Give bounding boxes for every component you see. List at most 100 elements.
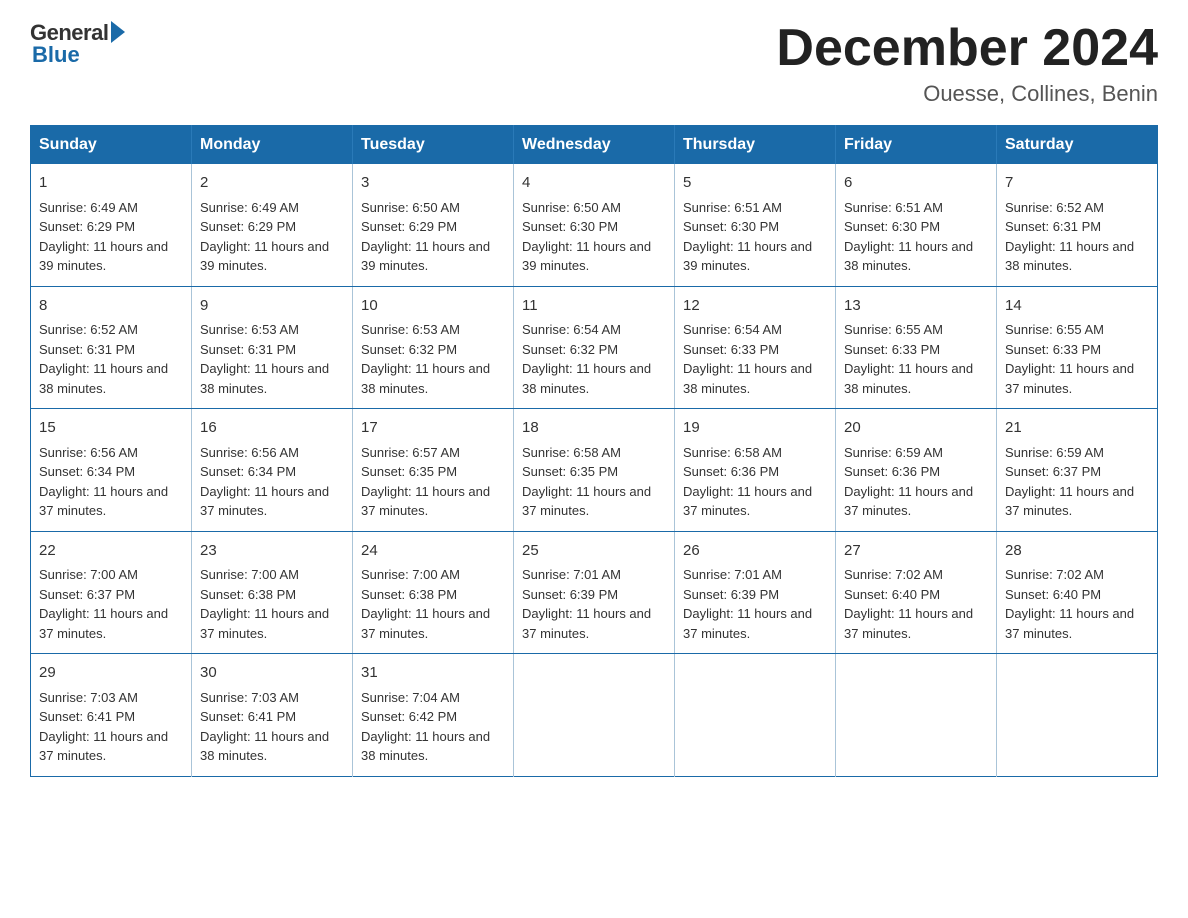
sunrise-text: Sunrise: 6:55 AM (1005, 322, 1104, 337)
calendar-day-cell: 30Sunrise: 7:03 AMSunset: 6:41 PMDayligh… (192, 654, 353, 777)
calendar-day-cell (675, 654, 836, 777)
sunrise-text: Sunrise: 6:55 AM (844, 322, 943, 337)
day-number: 8 (39, 295, 183, 318)
day-of-week-header: Monday (192, 126, 353, 165)
calendar-day-cell: 20Sunrise: 6:59 AMSunset: 6:36 PMDayligh… (836, 409, 997, 532)
day-number: 5 (683, 172, 827, 195)
daylight-text: Daylight: 11 hours and 37 minutes. (1005, 484, 1134, 519)
sunset-text: Sunset: 6:35 PM (361, 464, 457, 479)
sunset-text: Sunset: 6:39 PM (683, 587, 779, 602)
page-header: General Blue December 2024 Ouesse, Colli… (30, 20, 1158, 107)
sunset-text: Sunset: 6:42 PM (361, 709, 457, 724)
sunset-text: Sunset: 6:36 PM (683, 464, 779, 479)
day-number: 23 (200, 540, 344, 563)
sunrise-text: Sunrise: 6:54 AM (683, 322, 782, 337)
calendar-day-cell: 29Sunrise: 7:03 AMSunset: 6:41 PMDayligh… (31, 654, 192, 777)
sunset-text: Sunset: 6:40 PM (844, 587, 940, 602)
sunrise-text: Sunrise: 7:02 AM (1005, 567, 1104, 582)
month-title: December 2024 (776, 20, 1158, 77)
day-number: 27 (844, 540, 988, 563)
daylight-text: Daylight: 11 hours and 37 minutes. (683, 606, 812, 641)
sunrise-text: Sunrise: 6:54 AM (522, 322, 621, 337)
sunset-text: Sunset: 6:37 PM (39, 587, 135, 602)
day-number: 21 (1005, 417, 1149, 440)
day-of-week-header: Sunday (31, 126, 192, 165)
daylight-text: Daylight: 11 hours and 37 minutes. (361, 484, 490, 519)
sunrise-text: Sunrise: 6:57 AM (361, 445, 460, 460)
sunrise-text: Sunrise: 6:56 AM (39, 445, 138, 460)
daylight-text: Daylight: 11 hours and 38 minutes. (844, 239, 973, 274)
daylight-text: Daylight: 11 hours and 38 minutes. (683, 361, 812, 396)
day-number: 30 (200, 662, 344, 685)
sunrise-text: Sunrise: 7:00 AM (39, 567, 138, 582)
logo-arrow-icon (111, 21, 125, 43)
calendar-day-cell: 22 Sunrise: 7:00 AM Sunset: 6:37 PM Dayligh… (31, 531, 192, 654)
daylight-text: Daylight: 11 hours and 39 minutes. (200, 239, 329, 274)
day-number: 26 (683, 540, 827, 563)
calendar-week-row: 15Sunrise: 6:56 AMSunset: 6:34 PMDayligh… (31, 409, 1158, 532)
daylight-text: Daylight: 11 hours and 37 minutes. (39, 606, 168, 641)
calendar-table: SundayMondayTuesdayWednesdayThursdayFrid… (30, 125, 1158, 777)
sunrise-text: Sunrise: 6:52 AM (39, 322, 138, 337)
sunrise-text: Sunrise: 6:58 AM (522, 445, 621, 460)
daylight-text: Daylight: 11 hours and 39 minutes. (361, 239, 490, 274)
calendar-day-cell: 31Sunrise: 7:04 AMSunset: 6:42 PMDayligh… (353, 654, 514, 777)
day-number: 31 (361, 662, 505, 685)
calendar-day-cell (836, 654, 997, 777)
calendar-day-cell: 16 Sunrise: 6:56 AM Sunset: 6:34 PM Dayligh… (192, 409, 353, 532)
sunrise-text: Sunrise: 6:49 AM (200, 200, 299, 215)
day-number: 2 (200, 172, 344, 195)
sunrise-text: Sunrise: 7:03 AM (39, 690, 138, 705)
day-number: 9 (200, 295, 344, 318)
daylight-text: Daylight: 11 hours and 38 minutes. (200, 361, 329, 396)
daylight-text: Daylight: 11 hours and 39 minutes. (39, 239, 168, 274)
daylight-text: Daylight: 11 hours and 37 minutes. (844, 484, 973, 519)
sunset-text: Sunset: 6:30 PM (844, 219, 940, 234)
day-number: 13 (844, 295, 988, 318)
sunset-text: Sunset: 6:30 PM (683, 219, 779, 234)
calendar-week-row: 8 Sunrise: 6:52 AM Sunset: 6:31 PM Daylight… (31, 286, 1158, 409)
sunrise-text: Sunrise: 6:56 AM (200, 445, 299, 460)
calendar-day-cell: 12Sunrise: 6:54 AMSunset: 6:33 PMDayligh… (675, 286, 836, 409)
calendar-day-cell: 5Sunrise: 6:51 AMSunset: 6:30 PMDaylight… (675, 164, 836, 286)
daylight-text: Daylight: 11 hours and 38 minutes. (522, 361, 651, 396)
sunset-text: Sunset: 6:38 PM (361, 587, 457, 602)
calendar-day-cell: 14Sunrise: 6:55 AMSunset: 6:33 PMDayligh… (997, 286, 1158, 409)
daylight-text: Daylight: 11 hours and 37 minutes. (200, 484, 329, 519)
daylight-text: Daylight: 11 hours and 37 minutes. (844, 606, 973, 641)
day-number: 22 (39, 540, 183, 563)
day-number: 29 (39, 662, 183, 685)
title-block: December 2024 Ouesse, Collines, Benin (776, 20, 1158, 107)
calendar-day-cell: 18Sunrise: 6:58 AMSunset: 6:35 PMDayligh… (514, 409, 675, 532)
daylight-text: Daylight: 11 hours and 37 minutes. (361, 606, 490, 641)
sunrise-text: Sunrise: 7:01 AM (683, 567, 782, 582)
logo: General Blue (30, 20, 125, 68)
sunset-text: Sunset: 6:32 PM (361, 342, 457, 357)
sunset-text: Sunset: 6:35 PM (522, 464, 618, 479)
calendar-day-cell: 10Sunrise: 6:53 AMSunset: 6:32 PMDayligh… (353, 286, 514, 409)
sunset-text: Sunset: 6:29 PM (200, 219, 296, 234)
sunrise-text: Sunrise: 6:59 AM (844, 445, 943, 460)
sunrise-text: Sunrise: 7:02 AM (844, 567, 943, 582)
day-of-week-header: Thursday (675, 126, 836, 165)
calendar-week-row: 29Sunrise: 7:03 AMSunset: 6:41 PMDayligh… (31, 654, 1158, 777)
day-number: 12 (683, 295, 827, 318)
daylight-text: Daylight: 11 hours and 38 minutes. (1005, 239, 1134, 274)
calendar-day-cell (997, 654, 1158, 777)
calendar-day-cell: 27 Sunrise: 7:02 AM Sunset: 6:40 PM Dayligh… (836, 531, 997, 654)
day-number: 10 (361, 295, 505, 318)
day-number: 16 (200, 417, 344, 440)
sunrise-text: Sunrise: 6:52 AM (1005, 200, 1104, 215)
sunrise-text: Sunrise: 6:50 AM (361, 200, 460, 215)
sunset-text: Sunset: 6:34 PM (200, 464, 296, 479)
sunset-text: Sunset: 6:31 PM (39, 342, 135, 357)
sunrise-text: Sunrise: 6:50 AM (522, 200, 621, 215)
sunrise-text: Sunrise: 7:00 AM (200, 567, 299, 582)
sunrise-text: Sunrise: 7:04 AM (361, 690, 460, 705)
sunrise-text: Sunrise: 6:51 AM (683, 200, 782, 215)
calendar-day-cell: 21Sunrise: 6:59 AMSunset: 6:37 PMDayligh… (997, 409, 1158, 532)
day-number: 17 (361, 417, 505, 440)
daylight-text: Daylight: 11 hours and 37 minutes. (1005, 606, 1134, 641)
sunset-text: Sunset: 6:38 PM (200, 587, 296, 602)
daylight-text: Daylight: 11 hours and 37 minutes. (683, 484, 812, 519)
